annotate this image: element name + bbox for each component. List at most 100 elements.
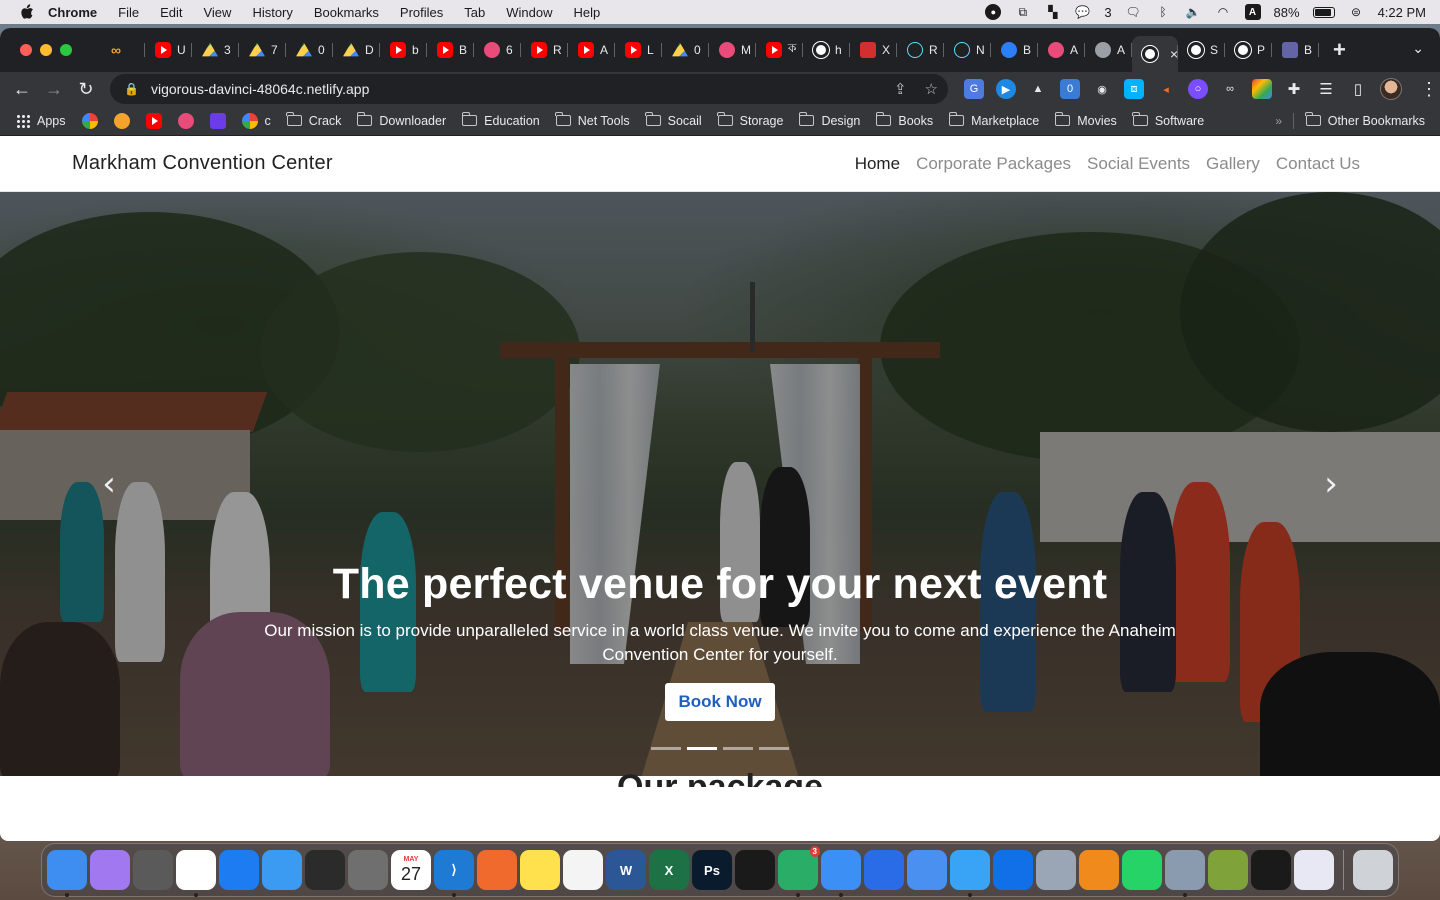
bookmark-folder[interactable]: Socail [645,112,702,128]
wechat-icon[interactable]: 💬 [1074,5,1091,20]
tab-active[interactable]: × [1132,36,1178,72]
bookmark-folder[interactable]: Software [1132,112,1204,128]
dock-box-icon[interactable] [1294,850,1334,890]
volume-icon[interactable]: 🔈 [1185,5,1202,20]
bookmarks-overflow-icon[interactable]: » [1275,114,1282,128]
zoom-window-button[interactable] [60,44,72,56]
dock-activity-monitor-icon[interactable] [735,850,775,890]
bookmark-ublock[interactable] [113,112,130,129]
carousel-next-icon[interactable]: › [1316,462,1346,506]
tab[interactable]: 0 [662,34,709,66]
tab[interactable]: B [427,34,474,66]
tab[interactable]: S [1178,34,1225,66]
dock-mail-icon[interactable] [262,850,302,890]
bookmark-c[interactable]: c [241,112,271,129]
menu-view[interactable]: View [203,5,231,20]
close-tab-icon[interactable]: × [1170,46,1178,62]
other-bookmarks[interactable]: Other Bookmarks [1305,112,1425,128]
palette-extension-icon[interactable] [1252,79,1272,99]
dock-cyberduck-icon[interactable] [1208,850,1248,890]
tab[interactable]: P [1225,34,1272,66]
tab[interactable]: 6 [474,34,521,66]
dock-pages-icon[interactable] [477,850,517,890]
dock-teamviewer-icon[interactable] [993,850,1033,890]
bookmark-folder[interactable]: Crack [286,112,341,128]
dock-screenshot-icon[interactable] [348,850,388,890]
nav-social-events[interactable]: Social Events [1087,154,1190,174]
bookmark-folder[interactable]: Net Tools [555,112,630,128]
lock-icon[interactable]: 🔒 [124,82,139,96]
reading-list-icon[interactable]: ☰ [1316,79,1336,99]
site-brand[interactable]: Markham Convention Center [72,152,333,175]
app-menu-chrome[interactable]: Chrome [48,5,97,20]
bookmark-google[interactable] [81,112,98,129]
bookmark-star-icon[interactable]: ☆ [925,80,938,98]
control-center-icon[interactable]: ⊜ [1348,5,1365,20]
tab[interactable]: h [803,34,850,66]
tab[interactable]: B [1272,34,1319,66]
translate-extension-icon[interactable]: G [964,79,984,99]
apple-menu-icon[interactable] [20,4,34,20]
dock-notes-icon[interactable] [520,850,560,890]
dock-messenger-icon[interactable] [864,850,904,890]
share-icon[interactable]: ⇪ [894,80,907,98]
tab[interactable]: A [1038,34,1085,66]
bookmark-folder[interactable]: Design [798,112,860,128]
battery-icon[interactable] [1312,6,1335,18]
tab-search-icon[interactable]: ⌄ [1412,40,1424,57]
dock-finder-icon[interactable] [47,850,87,897]
nav-home[interactable]: Home [855,154,900,174]
bookmark-figma[interactable] [177,112,194,129]
window-manager-icon[interactable]: ▚ [1044,5,1061,20]
tab[interactable]: 0 [286,34,333,66]
tab[interactable]: N [944,34,991,66]
profile-avatar[interactable] [1380,78,1402,100]
tab[interactable]: b [380,34,427,66]
color-extension-icon[interactable]: ○ [1188,79,1208,99]
tab[interactable]: M [709,34,756,66]
menu-history[interactable]: History [252,5,292,20]
tab[interactable]: X [850,34,897,66]
menu-window[interactable]: Window [506,5,552,20]
video-extension-icon[interactable]: ▶ [996,79,1016,99]
dock-system-preferences-icon[interactable] [1036,850,1076,890]
tab[interactable]: A [1085,34,1132,66]
dock-excel-icon[interactable]: X [649,850,689,890]
capture-extension-icon[interactable]: ⧈ [1124,79,1144,99]
bookmark-folder[interactable]: Marketplace [948,112,1039,128]
bookmark-folder[interactable]: Movies [1054,112,1117,128]
forward-icon[interactable]: → [38,79,70,100]
dock-textedit-icon[interactable] [563,850,603,890]
extensions-puzzle-icon[interactable]: ✚ [1284,79,1304,99]
dock-extension-icon[interactable] [907,850,947,890]
dev-extension-icon[interactable]: ◂ [1156,79,1176,99]
vpn-icon[interactable]: ● [985,4,1002,20]
tab[interactable]: 7 [239,34,286,66]
carousel-indicator[interactable] [759,747,789,750]
dock-vlc-icon[interactable] [1079,850,1119,890]
bluetooth-icon[interactable]: ᛒ [1155,5,1172,20]
nav-gallery[interactable]: Gallery [1206,154,1260,174]
tab[interactable]: 3 [192,34,239,66]
tab[interactable]: U [145,34,192,66]
counter-extension-icon[interactable]: 0 [1060,79,1080,99]
close-window-button[interactable] [20,44,32,56]
back-icon[interactable]: ← [6,79,38,100]
dock-terminal-icon[interactable] [1251,850,1291,890]
tab[interactable]: L [615,34,662,66]
glasses-extension-icon[interactable]: ∞ [1220,79,1240,99]
url-text[interactable]: vigorous-davinci-48064c.netlify.app [151,81,369,97]
dock-photoshop-icon[interactable]: Ps [692,850,732,890]
bookmark-folder[interactable]: Downloader [356,112,446,128]
tab[interactable]: R [897,34,944,66]
dock-calculator-icon[interactable] [133,850,173,890]
menu-help[interactable]: Help [574,5,601,20]
chrome-menu-icon[interactable]: ⋮ [1420,79,1438,100]
menu-edit[interactable]: Edit [160,5,182,20]
dock-vs-code-icon[interactable]: ⟩ [434,850,474,897]
bookmark-folder[interactable]: Education [461,112,540,128]
nav-corporate-packages[interactable]: Corporate Packages [916,154,1071,174]
menu-file[interactable]: File [118,5,139,20]
carousel-prev-icon[interactable]: ‹ [94,462,124,506]
clock[interactable]: 4:22 PM [1378,5,1426,20]
